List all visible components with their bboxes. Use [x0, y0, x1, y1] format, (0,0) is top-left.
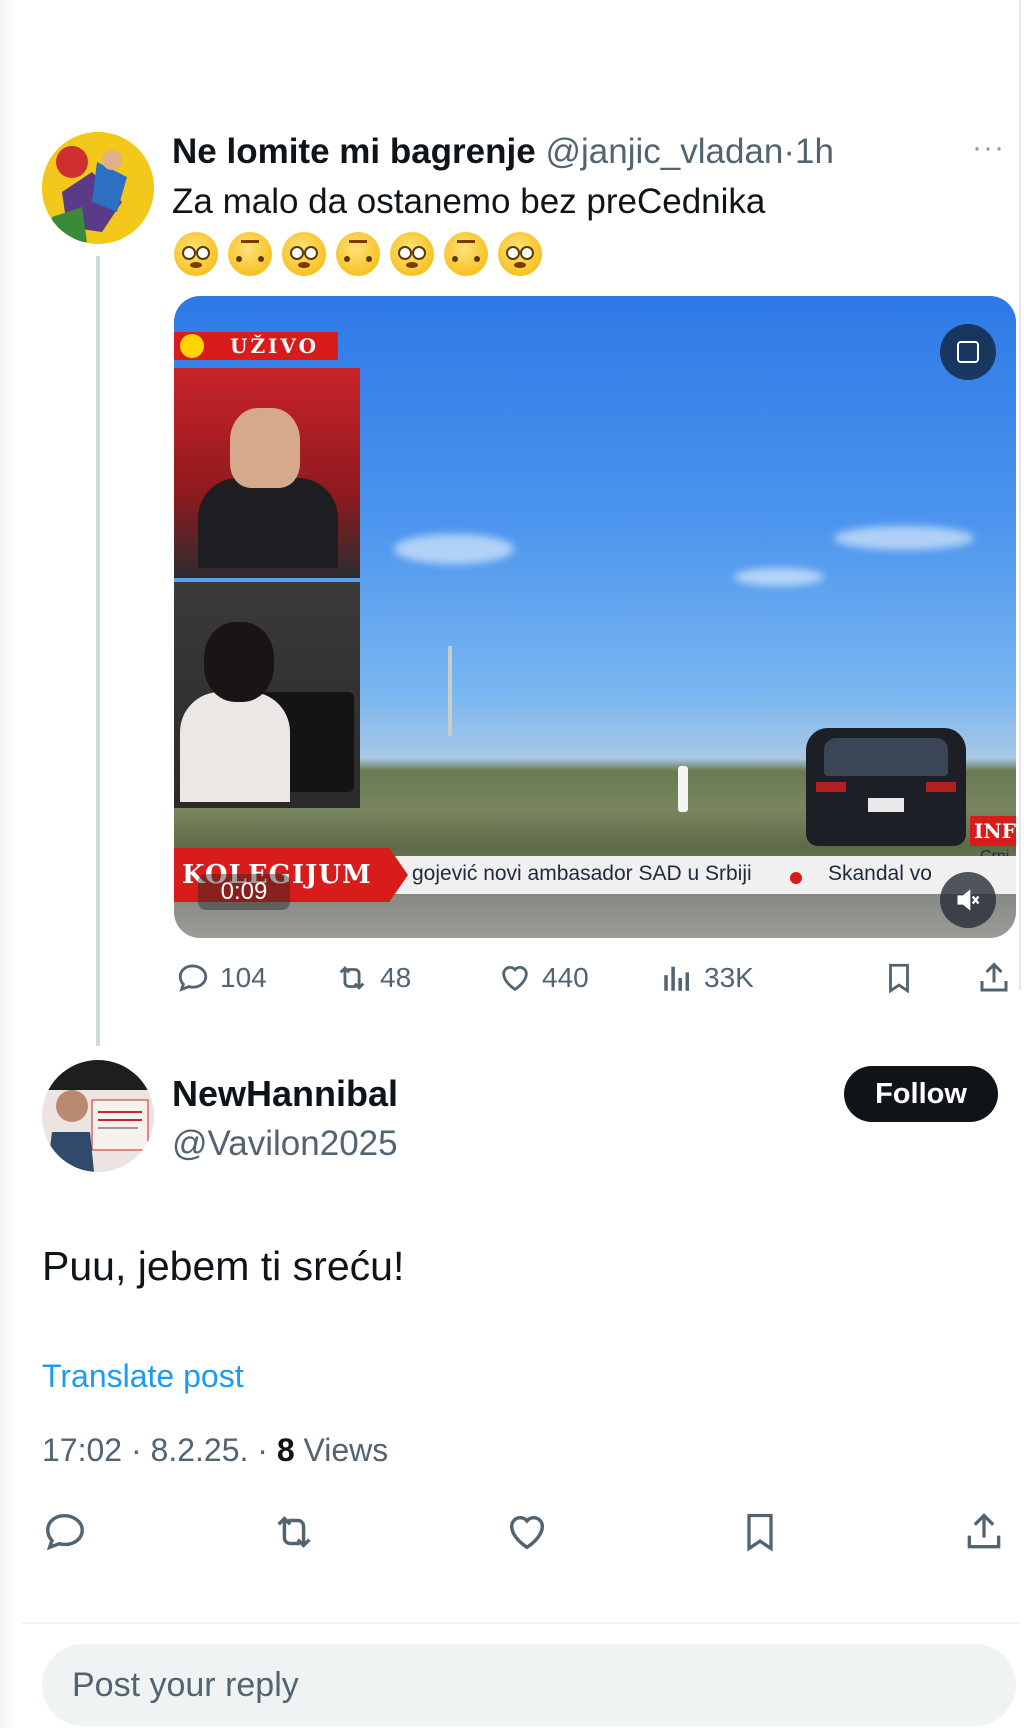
- repost-button[interactable]: [270, 1512, 318, 1552]
- reply-avatar[interactable]: [42, 1060, 154, 1172]
- parent-header: Ne lomite mi bagrenje @janjic_vladan·1h: [172, 130, 834, 174]
- bookmark-button[interactable]: [738, 1512, 782, 1552]
- views-count-number: 8: [276, 1432, 295, 1468]
- views-count: 33K: [704, 962, 754, 993]
- flushed-face-icon: [390, 232, 434, 276]
- views-button[interactable]: 33K: [660, 958, 754, 998]
- parent-time[interactable]: 1h: [795, 132, 834, 171]
- like-count: 440: [542, 962, 589, 993]
- upside-down-face-icon: [336, 232, 380, 276]
- expand-video-button[interactable]: [940, 324, 996, 380]
- reply-count: 104: [220, 962, 267, 993]
- post-timestamp[interactable]: 17:02 · 8.2.25. ·: [42, 1432, 277, 1468]
- share-icon: [967, 1513, 1001, 1549]
- thread-line: [96, 256, 100, 1046]
- reply-button[interactable]: [42, 1512, 88, 1552]
- reply-input[interactable]: Post your reply: [42, 1644, 1016, 1726]
- ticker-text-2: Skandal vo: [828, 862, 932, 885]
- live-badge: UŽIVO: [174, 332, 338, 360]
- mute-button[interactable]: [940, 872, 996, 928]
- bookmark-icon: [747, 1513, 773, 1552]
- follow-button[interactable]: Follow: [844, 1066, 998, 1122]
- scroll-edge: [1019, 0, 1021, 990]
- flushed-face-icon: [498, 232, 542, 276]
- reply-input-placeholder: Post your reply: [72, 1666, 299, 1704]
- expand-icon: [957, 341, 979, 363]
- repost-button[interactable]: 48: [334, 958, 411, 998]
- like-button[interactable]: [504, 1512, 550, 1552]
- flushed-face-icon: [282, 232, 326, 276]
- reply-button[interactable]: 104: [176, 958, 267, 998]
- parent-handle[interactable]: @janjic_vladan: [545, 132, 783, 171]
- cloud: [394, 534, 514, 564]
- inf-badge: INF: [970, 816, 1016, 846]
- reply-display-name[interactable]: NewHannibal: [172, 1072, 398, 1116]
- upside-down-face-icon: [228, 232, 272, 276]
- reply-icon: [178, 964, 208, 992]
- separator-dot: ·: [783, 132, 795, 171]
- parent-action-bar: 104 48 440 33K: [176, 958, 1016, 998]
- translate-post-link[interactable]: Translate post: [42, 1356, 244, 1396]
- heart-icon: [502, 966, 528, 992]
- parent-avatar[interactable]: [42, 132, 154, 244]
- cloud: [734, 568, 824, 586]
- road-marker: [678, 766, 688, 812]
- repost-icon: [339, 966, 365, 990]
- like-button[interactable]: 440: [498, 958, 589, 998]
- left-gutter: [0, 0, 18, 1728]
- emoji-row: [174, 232, 542, 276]
- post-meta: 17:02 · 8.2.25. · 8 Views: [42, 1430, 388, 1470]
- views-label: Views: [294, 1432, 389, 1468]
- ticker-text: gojević novi ambasador SAD u Srbiji: [412, 862, 752, 885]
- upside-down-face-icon: [444, 232, 488, 276]
- ticker-dot: [790, 872, 802, 884]
- heart-icon: [509, 1515, 545, 1550]
- reply-handle[interactable]: @Vavilon2025: [172, 1122, 398, 1166]
- share-button[interactable]: [976, 958, 1012, 998]
- parent-display-name[interactable]: Ne lomite mi bagrenje: [172, 132, 536, 171]
- repost-icon: [277, 1516, 311, 1548]
- parent-post-text: Za malo da ostanemo bez preCednika: [172, 182, 766, 221]
- car: [806, 728, 966, 846]
- cloud: [834, 526, 974, 550]
- speaker-muted-icon: [957, 889, 980, 911]
- flushed-face-icon: [174, 232, 218, 276]
- video-elapsed-time: 0:09: [198, 874, 290, 910]
- more-options-icon[interactable]: ···: [972, 133, 1016, 163]
- road-pole: [448, 646, 452, 736]
- repost-count: 48: [380, 962, 412, 993]
- views-chart-icon: [664, 966, 690, 991]
- studio-feed-top: [174, 368, 360, 578]
- share-button[interactable]: [962, 1512, 1006, 1552]
- bookmark-icon: [889, 963, 909, 994]
- reply-icon: [46, 1513, 84, 1551]
- studio-feed-bottom: [174, 582, 360, 808]
- divider: [22, 1622, 1020, 1624]
- video-player[interactable]: UŽIVO INF Crni KOLEGIJUM gojević novi am…: [174, 296, 1016, 938]
- bookmark-button[interactable]: [882, 958, 916, 998]
- reply-action-bar: [42, 1508, 1002, 1556]
- share-icon: [980, 962, 1008, 992]
- reply-post-text: Puu, jebem ti sreću!: [42, 1243, 405, 1289]
- live-label: UŽIVO: [230, 334, 319, 358]
- live-dot-icon: [180, 334, 204, 358]
